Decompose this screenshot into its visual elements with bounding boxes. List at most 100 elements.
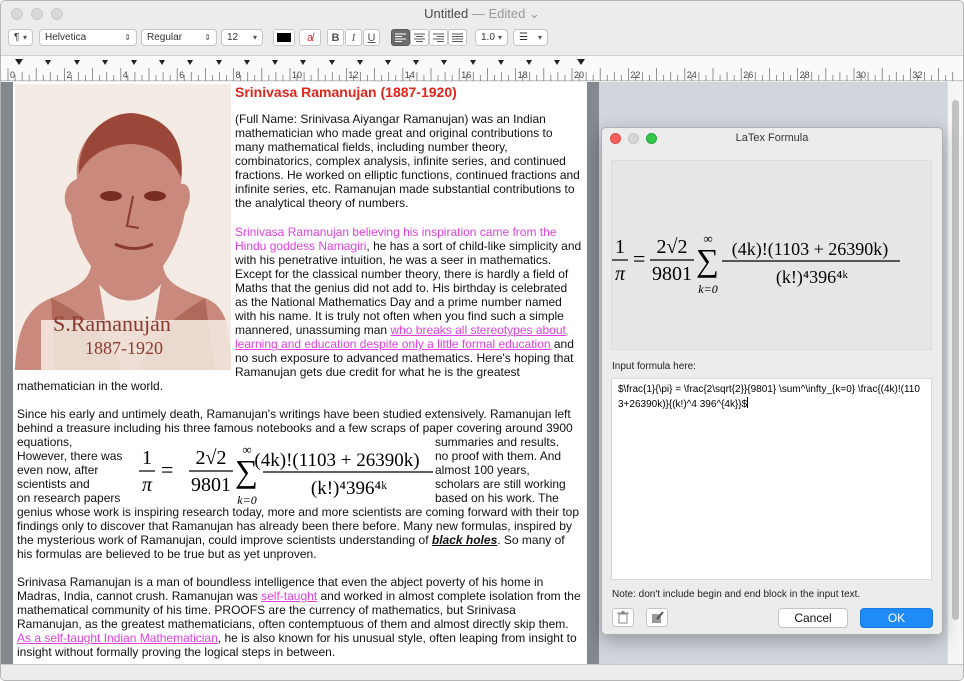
latex-input-field[interactable]: $\frac{1}{\pi} = \frac{2\sqrt{2}}{9801} …: [611, 378, 932, 580]
right-wrap-line-0: summaries and results.: [435, 435, 560, 449]
tab-stop-marker[interactable]: [441, 60, 447, 65]
ruler-label: 28: [800, 70, 810, 80]
font-style-select[interactable]: Regular ⇕: [141, 29, 217, 46]
dialog-title: LaTex Formula: [735, 132, 809, 144]
portrait-caption-years: 1887-1920: [85, 338, 163, 358]
preview-sum-numerator: (4k)!(1103 + 26390k): [732, 239, 888, 260]
tab-stop-marker[interactable]: [498, 60, 504, 65]
format-toolbar: ¶▾ Helvetica⇕ Regular⇕ 12 ▾ a̸ B I U: [1, 27, 963, 51]
stepper-icon: ⇕: [124, 33, 131, 42]
tab-stop-marker[interactable]: [470, 60, 476, 65]
tab-stop-marker[interactable]: [385, 60, 391, 65]
tab-stop-marker[interactable]: [526, 60, 532, 65]
ruler-label: 30: [856, 70, 866, 80]
tab-stop-marker[interactable]: [74, 60, 80, 65]
left-wrap-line-3: scientists and: [17, 477, 90, 491]
tab-stop-marker[interactable]: [272, 60, 278, 65]
self-taught-link[interactable]: self-taught: [261, 589, 317, 603]
paragraph-styles-menu[interactable]: ¶ ▾: [8, 29, 33, 46]
paragraph-namagiri: Srinivasa Ramanujan believing his inspir…: [235, 225, 583, 379]
paragraph-intro: (Full Name: Srinivasa Aiyangar Ramanujan…: [235, 112, 580, 210]
left-wrap-line-2: even now, after: [17, 463, 99, 477]
ruler-label: 10: [292, 70, 302, 80]
minimize-window-button[interactable]: [31, 8, 43, 20]
align-right-icon: [433, 33, 444, 42]
tab-stop-marker[interactable]: [216, 60, 222, 65]
inline-formula-image[interactable]: 1 π = 2√2 9801 ∑ ∞ k=0 (4k)!(1103 + 2639…: [137, 438, 433, 508]
preview-coef-numerator: 2√2: [657, 236, 688, 258]
underline-button[interactable]: U: [363, 29, 380, 46]
chevron-down-icon: ▾: [252, 33, 257, 42]
vertical-scrollbar[interactable]: [947, 82, 963, 664]
indian-mathematician-link[interactable]: As a self-taught Indian Mathematician: [17, 631, 218, 645]
close-window-button[interactable]: [11, 8, 23, 20]
window-controls: [11, 8, 63, 20]
align-left-button[interactable]: [391, 29, 410, 46]
paragraph-namagiri-tail: mathematician in the world.: [17, 379, 164, 393]
tab-stop-marker[interactable]: [413, 60, 419, 65]
tab-stop-marker[interactable]: [244, 60, 250, 65]
ruler[interactable]: 0 2 4 6 8 10 12 14 16 18 20 22 24 26 28 30 32: [1, 55, 963, 81]
tab-stop-marker[interactable]: [131, 60, 137, 65]
preview-sum-denominator: (k!)⁴396⁴ᵏ: [776, 267, 849, 288]
tab-stop-marker[interactable]: [159, 60, 165, 65]
line-spacing-value: 1.0: [481, 32, 495, 43]
align-center-button[interactable]: [410, 29, 429, 46]
tab-stop-marker[interactable]: [554, 60, 560, 65]
page-margin-right: [587, 82, 599, 664]
scrollbar-thumb[interactable]: [952, 100, 959, 620]
trash-button[interactable]: [612, 608, 634, 627]
font-size-select[interactable]: 12 ▾: [221, 29, 263, 46]
trash-icon: [617, 611, 629, 624]
textedit-window: Untitled — Edited ⌄ ¶ ▾ Helvetica ⇕ Regula…: [0, 0, 964, 681]
ruler-label: 16: [461, 70, 471, 80]
ruler-label: 4: [123, 70, 128, 80]
formula-preview: 1 π = 2√2 9801 ∑ ∞ k=0 (4k)!(1103 + 2639…: [611, 160, 932, 350]
tab-stop-marker[interactable]: [329, 60, 335, 65]
cancel-button[interactable]: Cancel: [778, 608, 848, 628]
ruler-label: 12: [348, 70, 358, 80]
tab-stop-marker[interactable]: [187, 60, 193, 65]
bottom-bar: [1, 664, 963, 680]
document-name: Untitled: [424, 6, 469, 21]
formula-sum-upper: ∞: [242, 442, 251, 457]
font-size-value: 12: [227, 32, 239, 43]
tab-stop-marker[interactable]: [45, 60, 51, 65]
italic-button[interactable]: I: [345, 29, 362, 46]
tab-stop-marker[interactable]: [357, 60, 363, 65]
formula-sum-denominator: (k!)⁴396⁴ᵏ: [311, 478, 387, 499]
tab-stop-marker[interactable]: [102, 60, 108, 65]
ok-button[interactable]: OK: [860, 608, 933, 628]
window-title[interactable]: Untitled — Edited ⌄: [424, 6, 540, 22]
left-wrap-line-4: on research papers: [17, 491, 121, 505]
formula-coef-denominator: 9801: [191, 474, 231, 496]
preview-sum-upper: ∞: [703, 231, 712, 246]
ruler-label: 18: [518, 70, 528, 80]
preview-lhs-numerator: 1: [615, 236, 625, 258]
edit-button[interactable]: [646, 608, 668, 627]
dialog-note: Note: don't include begin and end block …: [612, 589, 861, 600]
ruler-label: 6: [179, 70, 184, 80]
text-color-well[interactable]: [273, 29, 295, 46]
highlight-color-well[interactable]: a̸: [299, 29, 321, 46]
align-justify-button[interactable]: [448, 29, 467, 46]
title-bar: Untitled — Edited ⌄: [1, 1, 963, 27]
indent-marker[interactable]: [15, 59, 23, 65]
zoom-window-button[interactable]: [51, 8, 63, 20]
formula-equals: =: [161, 457, 173, 482]
ruler-label: 8: [236, 70, 241, 80]
ruler-label: 14: [405, 70, 415, 80]
black-holes-text: black holes: [431, 533, 498, 547]
right-margin-marker[interactable]: [577, 59, 585, 65]
font-family-select[interactable]: Helvetica ⇕: [39, 29, 137, 46]
chevron-down-icon: ▾: [22, 33, 27, 42]
line-spacing-select[interactable]: 1.0 ▾: [475, 29, 508, 46]
document-page[interactable]: S.Ramanujan 1887-1920 Srinivasa Ramanuja…: [13, 82, 587, 664]
bold-button[interactable]: B: [327, 29, 344, 46]
tab-stop-marker[interactable]: [300, 60, 306, 65]
page-margin-left: [1, 82, 13, 664]
formula-coef-numerator: 2√2: [196, 447, 227, 469]
align-right-button[interactable]: [429, 29, 448, 46]
list-bullets-menu[interactable]: ☰ ▾: [513, 29, 548, 46]
preview-sum-lower: k=0: [698, 282, 717, 296]
